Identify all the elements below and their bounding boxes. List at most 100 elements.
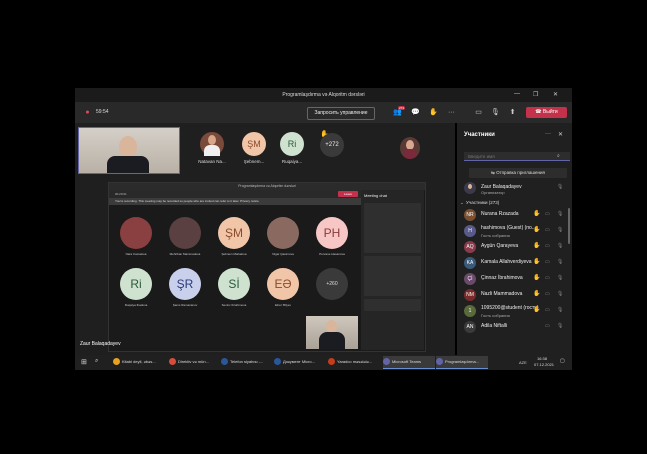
taskbar-app[interactable]: Programlaşdırma... [436, 356, 488, 369]
participant-search-input[interactable] [464, 152, 570, 161]
window-title: Programlaşdırma və Alqoritm dərsləri [282, 92, 365, 98]
attendee-role: Гость собрания [481, 313, 510, 318]
attendee-name: Adila Niftalli [481, 323, 508, 329]
participant-avatar-ri[interactable]: Ri [280, 132, 304, 156]
attendee-row[interactable]: KA Kamala Allahverdiyeva ✋ ▭ 🎙 [457, 256, 572, 272]
raised-hand-icon: ✋ [533, 259, 541, 265]
maximize-icon[interactable]: ❐ [533, 91, 538, 98]
camera-off-icon: ▭ [545, 275, 550, 281]
attendee-name: Kamala Allahverdiyeva [481, 259, 532, 265]
shared-window-title: Programlaşdırma və Alqoritm dərsləri [109, 183, 425, 190]
attendee-row[interactable]: Hhashimova (Guest) (по... Гость собрания ✋… [457, 224, 572, 240]
attendee-row[interactable]: NR Nurana Rzazada ✋ ▭ 🎙 [457, 208, 572, 224]
taskbar-app[interactable]: Telefon siyahısı -... [221, 356, 273, 368]
shared-participant-photo [267, 217, 299, 249]
taskbar-app[interactable]: Microsoft Teams [383, 356, 435, 369]
microphone-icon[interactable]: 🎙 [491, 108, 500, 117]
shared-participant-avatar: ŞM [218, 217, 250, 249]
organizer-row[interactable]: Zaur Balaqadayev Организатор 🎙 [457, 181, 572, 197]
organizer-role: Организатор [481, 190, 505, 195]
camera-icon[interactable]: ▭ [474, 108, 483, 117]
shared-participant-photo [120, 217, 152, 249]
attendee-avatar: 1 [464, 305, 476, 317]
taskbar-app-label: Yaradıcı məsələlə... [337, 359, 373, 364]
microphone-off-icon: 🎙 [557, 275, 564, 281]
attendee-avatar: H [464, 225, 476, 237]
shared-participant-name: Ruqaiya Ibadova [124, 303, 148, 307]
share-screen-icon[interactable]: ⬆ [508, 108, 517, 117]
panel-close-icon[interactable]: ✕ [558, 131, 563, 138]
microphone-off-icon: 🎙 [557, 323, 564, 329]
shared-participant-photo [169, 217, 201, 249]
attendee-row[interactable]: 1 1095200@student (гость) Гость собрания ✋ ▭… [457, 304, 572, 320]
attendee-name: hashimova (Guest) (по... [481, 225, 536, 231]
recording-banner: You're recording. This meeting may be re… [109, 198, 361, 205]
record-icon: ● [85, 109, 90, 116]
participants-panel: Участники ··· ✕ ⌕ ⇆ Отправка приглашения… [457, 123, 572, 355]
chevron-down-icon[interactable]: ⌄ [460, 200, 464, 206]
natavan-body [204, 145, 220, 156]
taskbar-app-label: Microsoft Teams [392, 359, 422, 364]
attendee-avatar: Çİ [464, 273, 476, 285]
shared-participant-avatar: ŞR [169, 268, 201, 300]
shared-participant-name: Pervane Hasanova [319, 252, 345, 256]
attendee-row[interactable]: AQ Aygün Qarayeva ✋ ▭ 🎙 [457, 240, 572, 256]
more-participants-tile[interactable]: +272 [320, 133, 344, 157]
natavan-face [208, 135, 216, 145]
shared-leave-button: Leave [338, 191, 358, 197]
raised-hand-icon: ✋ [533, 307, 541, 313]
participant-avatar-natavan[interactable] [200, 132, 224, 156]
app-icon [436, 358, 443, 366]
close-icon[interactable]: ✕ [553, 91, 558, 98]
shared-presenter-body [319, 332, 345, 349]
app-icon [169, 358, 176, 366]
minimize-icon[interactable]: — [514, 91, 520, 97]
participant-body [403, 149, 417, 159]
participant-video-avatar[interactable] [400, 137, 420, 159]
windows-start-icon[interactable]: ⊞ [81, 358, 87, 366]
shared-participant-name: Nara Camalova [125, 252, 147, 256]
attendee-avatar: KA [464, 257, 476, 269]
attendees-header[interactable]: Участники (273) [466, 200, 499, 205]
attendee-row[interactable]: NM Nazli Mammadova ✋ ▭ 🎙 [457, 288, 572, 304]
people-count-badge: 273 [398, 106, 406, 110]
shared-participant-name: Mehriban Mammadova [169, 252, 201, 256]
microphone-off-icon: 🎙 [557, 259, 564, 265]
self-video-tile[interactable] [78, 127, 180, 174]
raised-hand-icon: ✋ [533, 291, 541, 297]
shared-chat-pane: Meeting chat [361, 190, 424, 350]
notification-icon[interactable]: ▢ [560, 358, 565, 364]
shared-participant-name: Şams Ramazanov [172, 303, 198, 307]
presenter-face [119, 136, 137, 158]
attendee-row[interactable]: AN Adila Niftalli ▭ 🎙 [457, 320, 572, 336]
taskbar-app[interactable]: Direktiv və mün... [169, 356, 221, 368]
leave-button[interactable]: ☎ Выйти [526, 107, 567, 118]
taskbar-app[interactable]: Yaradıcı məsələlə... [328, 356, 380, 368]
shared-participant-name: Sevinc Ibrahimova [221, 303, 247, 307]
microphone-off-icon: 🎙 [557, 243, 564, 249]
input-language[interactable]: AZE [519, 360, 527, 365]
shared-more-tile: +260 [316, 268, 348, 300]
send-invitation-button[interactable]: ⇆ Отправка приглашения [469, 168, 567, 178]
panel-more-icon[interactable]: ··· [545, 131, 551, 137]
panel-scrollbar[interactable] [568, 208, 570, 244]
panel-title: Участники [464, 132, 495, 138]
microphone-icon: 🎙 [557, 184, 564, 190]
invite-label: Отправка приглашения [496, 170, 545, 175]
more-options-icon[interactable]: ··· [447, 108, 456, 117]
camera-off-icon: ▭ [545, 243, 550, 249]
raised-hand-icon: ✋ [533, 275, 541, 281]
app-icon [383, 358, 390, 366]
attendee-row[interactable]: Çİ Çinnaz İbrahimova ✋ ▭ 🎙 [457, 272, 572, 288]
taskbar-app[interactable]: Документ Micro... [274, 356, 326, 368]
camera-off-icon: ▭ [545, 291, 550, 297]
leave-label: Выйти [542, 109, 558, 115]
app-icon [274, 358, 281, 366]
taskbar-app[interactable]: Kitabi deyil, əbəs... [113, 356, 165, 368]
window-title-bar: Programlaşdırma və Alqoritm dərsləri — ❐… [75, 88, 572, 102]
chat-icon[interactable]: 💬 [411, 108, 420, 117]
raise-hand-icon[interactable]: ✋ [429, 108, 438, 117]
request-control-button[interactable]: Запросить управление [307, 107, 375, 120]
search-icon[interactable]: ⌕ [95, 358, 98, 365]
participant-avatar-sm[interactable]: ŞM [242, 132, 266, 156]
